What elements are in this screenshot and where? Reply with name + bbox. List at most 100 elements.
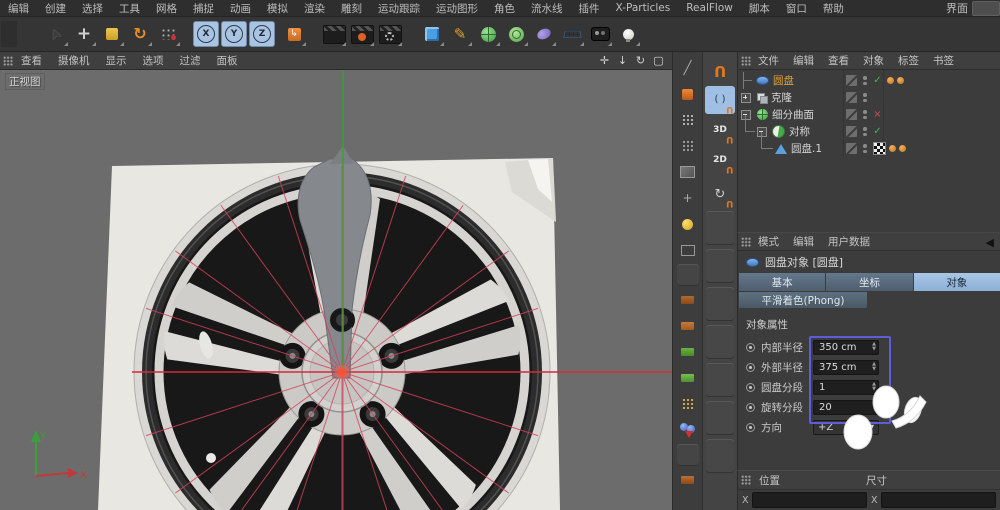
object-row-sds[interactable]: 细分曲面 × (738, 106, 1000, 123)
keyframe-dot-icon[interactable] (746, 382, 755, 392)
keyframe-dot-icon[interactable] (746, 402, 755, 412)
edges-mode-icon[interactable] (676, 134, 700, 158)
light-icon[interactable] (615, 21, 641, 47)
om-menu-bookmarks[interactable]: 书签 (926, 53, 961, 68)
orientation-dropdown[interactable]: +Z ▾ (813, 419, 879, 435)
material-tag-icon[interactable] (896, 77, 904, 84)
vp-menu-filter[interactable]: 过滤 (172, 53, 209, 68)
menu-character[interactable]: 角色 (486, 1, 523, 16)
material-tag-icon[interactable] (886, 77, 894, 84)
material-tag-icon[interactable] (888, 145, 896, 152)
render-view-icon[interactable] (321, 21, 347, 47)
enable-snap-icon[interactable]: ( ) U (705, 86, 735, 114)
visibility-dots-icon[interactable] (863, 76, 867, 85)
menu-snap[interactable]: 捕捉 (185, 1, 222, 16)
vp-menu-panel[interactable]: 面板 (209, 53, 246, 68)
collapse-icon[interactable] (741, 109, 751, 120)
live-selection-icon[interactable]: ➤ (43, 21, 69, 47)
snap-3d-icon[interactable]: 3D U (705, 116, 735, 144)
om-menu-tags[interactable]: 标签 (891, 53, 926, 68)
plane-y-icon[interactable] (676, 340, 700, 364)
rotate-snap-icon[interactable]: ↻ U (705, 180, 735, 209)
panel-handle-icon[interactable] (741, 236, 751, 247)
menu-render[interactable]: 渲染 (296, 1, 333, 16)
magnet-icon[interactable]: U (705, 56, 735, 84)
render-settings-icon[interactable] (377, 21, 403, 47)
enabled-check-icon[interactable]: ✓ (872, 126, 884, 137)
menu-tools[interactable]: 工具 (111, 1, 148, 16)
menu-simulate[interactable]: 模拟 (259, 1, 296, 16)
field-icon[interactable] (531, 21, 557, 47)
tab-basic[interactable]: 基本 (739, 273, 826, 291)
lock-y-icon[interactable]: Y (221, 21, 247, 47)
workplane-icon[interactable] (676, 288, 700, 312)
menu-plugins[interactable]: 插件 (571, 1, 608, 16)
layer-toggle-icon[interactable] (846, 92, 857, 103)
tab-phong[interactable]: 平滑着色(Phong) (739, 292, 867, 308)
render-picture-viewer-icon[interactable] (349, 21, 375, 47)
am-menu-userdata[interactable]: 用户数据 (821, 234, 877, 249)
texture-mode-icon[interactable] (676, 238, 700, 262)
om-menu-objects[interactable]: 对象 (856, 53, 891, 68)
menu-mesh[interactable]: 网格 (148, 1, 185, 16)
guide-points-icon[interactable] (676, 392, 700, 416)
spinner-icon[interactable]: ▲ ▼ (872, 361, 876, 372)
interface-dropdown[interactable] (972, 0, 1000, 16)
rotate-tool-icon[interactable]: ↻ (127, 21, 153, 47)
material-tag-icon[interactable] (898, 145, 906, 152)
viewport-pan-icon[interactable]: ✛ (597, 53, 612, 68)
menu-help[interactable]: 帮助 (815, 1, 852, 16)
lock-x-icon[interactable]: X (193, 21, 219, 47)
tab-coordinates[interactable]: 坐标 (826, 273, 913, 291)
menu-xparticles[interactable]: X-Particles (608, 2, 679, 14)
object-row-disc[interactable]: 圆盘 ✓ (738, 72, 1000, 89)
visibility-dots-icon[interactable] (863, 93, 867, 102)
subdivision-surface-icon[interactable] (475, 21, 501, 47)
last-tool-icon[interactable] (155, 21, 181, 47)
knife-tool-icon[interactable]: ╱ (676, 56, 700, 80)
size-x-input[interactable] (880, 492, 996, 508)
panel-handle-icon[interactable] (3, 55, 13, 66)
menu-window[interactable]: 窗口 (778, 1, 815, 16)
layer-toggle-icon[interactable] (846, 109, 857, 120)
menu-motion-tracker[interactable]: 运动跟踪 (370, 1, 428, 16)
visibility-dots-icon[interactable] (863, 127, 867, 136)
menu-pipeline[interactable]: 流水线 (523, 1, 571, 16)
object-row-disc1[interactable]: 圆盘.1 (738, 132, 1000, 157)
menu-sculpt[interactable]: 雕刻 (333, 1, 370, 16)
spline-pen-icon[interactable]: ✎ (447, 21, 473, 47)
spinner-icon[interactable]: ▲ ▼ (872, 381, 876, 392)
inner-radius-input[interactable]: 350 cm ▲ ▼ (813, 339, 879, 355)
points-mode-icon[interactable] (676, 108, 700, 132)
layer-toggle-icon[interactable] (846, 126, 857, 137)
lock-z-icon[interactable]: Z (249, 21, 275, 47)
visibility-dots-icon[interactable] (863, 144, 867, 153)
coordinate-system-icon[interactable]: ↳ (281, 21, 307, 47)
object-row-symmetry[interactable]: 对称 ✓ (738, 115, 1000, 140)
am-menu-edit[interactable]: 编辑 (786, 234, 821, 249)
panel-handle-icon[interactable] (741, 55, 751, 66)
viewport-orbit-icon[interactable]: ↻ (633, 53, 648, 68)
rotation-segments-input[interactable]: 20 (813, 399, 879, 415)
enabled-check-icon[interactable]: ✓ (872, 75, 884, 86)
keyframe-dot-icon[interactable] (746, 422, 755, 432)
menu-script[interactable]: 脚本 (741, 1, 778, 16)
vp-menu-camera[interactable]: 摄像机 (50, 53, 98, 68)
axis-mode-icon[interactable]: + (676, 186, 700, 210)
om-menu-view[interactable]: 查看 (821, 53, 856, 68)
panel-handle-icon[interactable] (741, 475, 751, 485)
menu-animate[interactable]: 动画 (222, 1, 259, 16)
floor-icon[interactable] (559, 21, 585, 47)
layer-toggle-icon[interactable] (846, 75, 857, 86)
tab-object[interactable]: 对象 (913, 273, 1000, 291)
vp-menu-view[interactable]: 查看 (13, 53, 50, 68)
workplane-tile-icon[interactable] (676, 468, 700, 492)
layer-toggle-icon[interactable] (846, 143, 857, 154)
menu-edit[interactable]: 编辑 (0, 1, 37, 16)
make-editable-icon[interactable] (676, 82, 700, 106)
deformer-icon[interactable] (503, 21, 529, 47)
expand-icon[interactable] (741, 92, 751, 103)
object-row-cloner[interactable]: 克隆 (738, 89, 1000, 106)
vp-menu-display[interactable]: 显示 (98, 53, 135, 68)
menu-mograph[interactable]: 运动图形 (428, 1, 486, 16)
